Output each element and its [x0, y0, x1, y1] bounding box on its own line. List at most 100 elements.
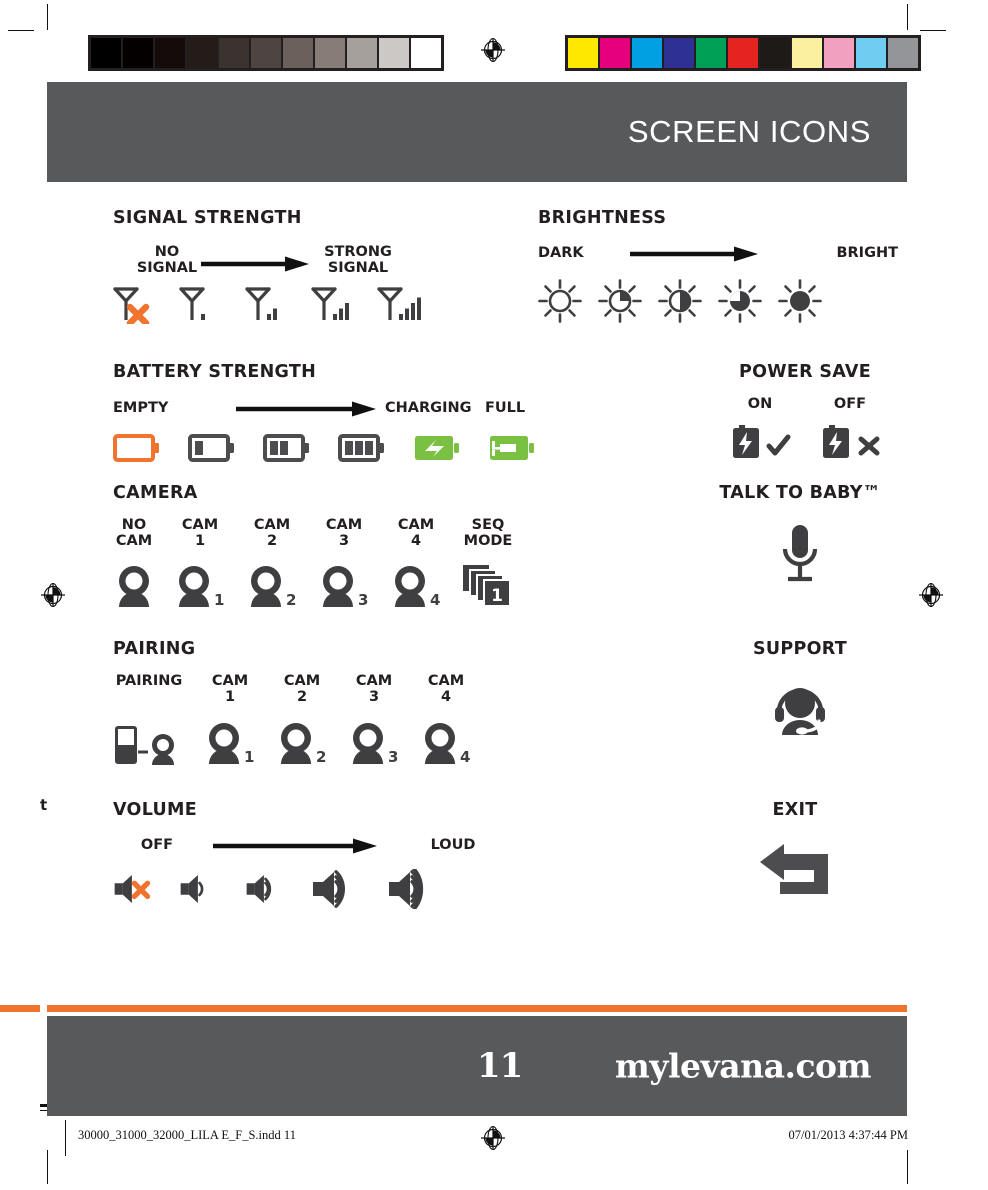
grayscale-swatch: [91, 38, 121, 68]
battery-1-bar: [188, 434, 236, 464]
crop-mark-tr-v: [907, 4, 908, 30]
brightness-level-5: [778, 279, 822, 323]
color-swatch: [664, 38, 694, 68]
battery-icon-row: [113, 434, 543, 464]
pairing-item-label: CAM 1: [211, 673, 249, 706]
svg-text:3: 3: [388, 748, 398, 766]
volume-low: [179, 869, 225, 909]
camera-cam-2: CAM 2 2: [245, 517, 299, 609]
camera-item-label: SEQ MODE: [463, 517, 513, 550]
color-calibration-bar: [565, 35, 921, 71]
page-footer-bar: 11 mylevana.com: [47, 1016, 907, 1116]
print-proof-page: SCREEN ICONS SIGNAL STRENGTH NO SIGNAL S…: [0, 0, 988, 1190]
volume-high: [311, 869, 367, 909]
section-brightness: BRIGHTNESS DARK BRIGHT: [538, 208, 898, 323]
brightness-progression-arrow: [630, 246, 758, 262]
battery-progression-arrow: [236, 401, 376, 417]
section-pairing: PAIRING PAIRING CAM 1 1 CAM 2 2 CAM 3 3 …: [113, 639, 543, 766]
camera-heading: CAMERA: [113, 483, 198, 503]
color-swatch: [728, 38, 758, 68]
signal-3-bars: [311, 286, 359, 324]
crop-mark-tl-v: [47, 4, 48, 30]
website-link[interactable]: mylevana.com: [615, 1047, 872, 1086]
battery-empty: [113, 434, 161, 464]
section-battery-strength: BATTERY STRENGTH EMPTY CHARGING FULL: [113, 362, 543, 464]
pairing-cam-4-icon: 4: [419, 718, 473, 766]
battery-3-bars: [338, 434, 386, 464]
camera-item-label: CAM 1: [181, 517, 219, 550]
talk-to-baby-heading: TALK TO BABY™: [719, 483, 881, 503]
color-swatch: [888, 38, 918, 68]
volume-heading: VOLUME: [113, 800, 198, 820]
color-swatch: [760, 38, 790, 68]
svg-text:4: 4: [430, 591, 440, 609]
battery-charging-label: CHARGING: [385, 400, 472, 416]
headset-support-icon: [775, 688, 825, 735]
camera-cam-3: CAM 3 3: [317, 517, 371, 609]
brightness-start-label: DARK: [538, 245, 584, 261]
svg-text:3: 3: [358, 591, 368, 609]
color-swatch: [696, 38, 726, 68]
section-signal-strength: SIGNAL STRENGTH NO SIGNAL STRONG SIGNAL: [113, 208, 513, 324]
camera-cam-4-icon: 4: [389, 561, 443, 609]
crop-mark-br-v: [907, 1150, 908, 1184]
battery-2-bars: [263, 434, 311, 464]
camera-cam-1: CAM 1 1: [173, 517, 227, 609]
return-arrow-icon: [760, 844, 828, 894]
pairing-cam-1-icon: 1: [203, 718, 257, 766]
pairing-link-icon: [113, 718, 185, 766]
signal-progression-arrow: [201, 256, 309, 272]
color-swatch: [600, 38, 630, 68]
camera-cam-4: CAM 4 4: [389, 517, 443, 609]
pairing-cam-2: CAM 2 2: [275, 673, 329, 766]
camera-item-label: CAM 3: [325, 517, 363, 550]
signal-4-bars: [377, 286, 425, 324]
volume-start-label: OFF: [140, 837, 174, 853]
pairing-cam-4: CAM 4 4: [419, 673, 473, 766]
volume-loud: [387, 869, 443, 909]
color-swatch: [792, 38, 822, 68]
color-swatch: [856, 38, 886, 68]
page-header-bar: SCREEN ICONS: [47, 82, 907, 182]
pairing-cam-3: CAM 3 3: [347, 673, 401, 766]
microphone-icon: [782, 525, 818, 582]
power-save-off-icon: [819, 420, 881, 460]
battery-full-plug: [488, 434, 536, 464]
slug-divider-rule: [65, 1120, 66, 1156]
footer-orange-bleed-bar: [0, 1005, 40, 1012]
section-camera: CAMERA NO CAM CAM 1 1 CAM 2 2 CAM 3 3 CA…: [113, 483, 543, 609]
color-swatch: [632, 38, 662, 68]
signal-start-label: NO SIGNAL: [136, 244, 198, 277]
camera-cam-3-icon: 3: [317, 561, 371, 609]
crop-mark-right-top-h: [920, 30, 946, 31]
color-swatch: [824, 38, 854, 68]
brightness-end-label: BRIGHT: [836, 245, 898, 261]
grayscale-swatch: [283, 38, 313, 68]
crop-mark-left-top-h: [8, 30, 34, 31]
grayscale-swatch: [347, 38, 377, 68]
bleed-stray-text: t: [40, 796, 48, 814]
registration-mark-top: [480, 37, 506, 63]
camera-cam-2-icon: 2: [245, 561, 299, 609]
page-number: 11: [477, 1046, 523, 1086]
pairing-item-label: CAM 2: [283, 673, 321, 706]
signal-2-bars: [245, 286, 293, 324]
camera-no-cam-icon: [113, 561, 155, 609]
pairing-link: PAIRING: [113, 673, 185, 766]
power-save-on: ON: [729, 396, 791, 460]
volume-progression-arrow: [213, 838, 377, 854]
volume-medium: [245, 869, 291, 909]
power-save-heading: POWER SAVE: [739, 362, 871, 382]
pairing-cam-2-icon: 2: [275, 718, 329, 766]
battery-full-label: FULL: [485, 400, 526, 416]
svg-text:4: 4: [460, 748, 470, 766]
brightness-heading: BRIGHTNESS: [538, 208, 667, 228]
section-power-save: POWER SAVE ON OFF: [700, 362, 910, 460]
camera-seq-mode-icon: 1: [461, 561, 515, 609]
grayscale-swatch: [379, 38, 409, 68]
battery-charging: [413, 434, 461, 464]
signal-icon-row: [113, 286, 513, 324]
grayscale-calibration-bar: [88, 35, 444, 71]
grayscale-swatch: [411, 38, 441, 68]
volume-end-label: LOUD: [430, 837, 476, 853]
